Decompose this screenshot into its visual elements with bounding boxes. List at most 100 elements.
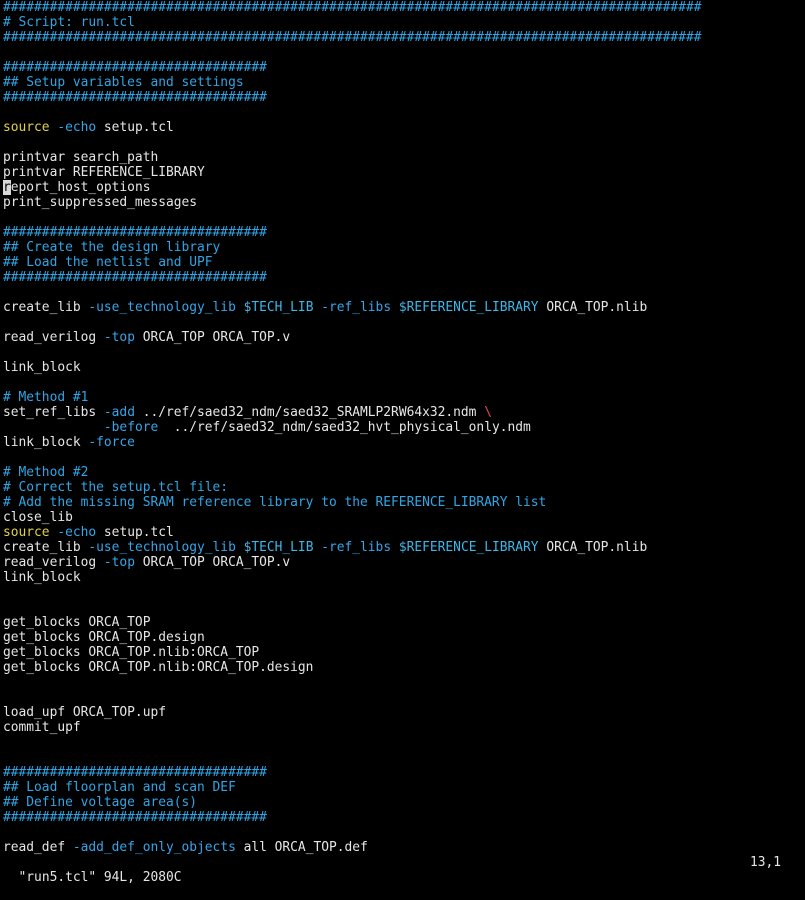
code-line[interactable] xyxy=(3,585,803,600)
code-line[interactable]: ################################## xyxy=(3,90,803,105)
code-token: commit_upf xyxy=(3,720,81,735)
code-line[interactable]: source -echo setup.tcl xyxy=(3,120,803,135)
code-line[interactable] xyxy=(3,735,803,750)
code-token: get_blocks ORCA_TOP xyxy=(3,615,151,630)
code-line[interactable]: load_upf ORCA_TOP.upf xyxy=(3,705,803,720)
code-token: $TECH_LIB xyxy=(243,540,314,555)
code-line[interactable]: # Method #2 xyxy=(3,465,803,480)
code-line[interactable]: ################################## xyxy=(3,765,803,780)
code-line[interactable] xyxy=(3,45,803,60)
code-token: ################################## xyxy=(3,225,267,240)
code-token: all ORCA_TOP.def xyxy=(235,840,368,855)
code-line[interactable]: ########################################… xyxy=(3,30,803,45)
code-token: $REFERENCE_LIBRARY xyxy=(398,540,539,555)
code-token: -add xyxy=(103,405,135,420)
code-token: link_block xyxy=(3,435,89,450)
code-token: ## Setup variables and settings xyxy=(3,75,244,90)
code-line[interactable]: # Method #1 xyxy=(3,390,803,405)
code-line[interactable]: source -echo setup.tcl xyxy=(3,525,803,540)
code-line[interactable]: read_def -add_def_only_objects all ORCA_… xyxy=(3,840,803,855)
code-token: read_verilog xyxy=(3,330,104,345)
code-token: -top xyxy=(103,330,135,345)
code-token: \ xyxy=(484,405,492,420)
code-token: print_suppressed_messages xyxy=(3,195,198,210)
code-line[interactable]: printvar search_path xyxy=(3,150,803,165)
code-line[interactable]: # Correct the setup.tcl file: xyxy=(3,480,803,495)
code-line[interactable]: ################################## xyxy=(3,270,803,285)
code-line[interactable]: ## Load the netlist and UPF xyxy=(3,255,803,270)
status-file-info: "run5.tcl" 94L, 2080C xyxy=(18,870,182,885)
code-line[interactable] xyxy=(3,600,803,615)
code-line[interactable]: ## Define voltage area(s) xyxy=(3,795,803,810)
code-line[interactable]: get_blocks ORCA_TOP.design xyxy=(3,630,803,645)
code-line[interactable]: # Script: run.tcl xyxy=(3,15,803,30)
code-line[interactable]: link_block xyxy=(3,570,803,585)
code-token: -use_technology_lib xyxy=(88,300,236,315)
code-line[interactable]: ################################## xyxy=(3,60,803,75)
code-line[interactable]: ################################## xyxy=(3,810,803,825)
code-line[interactable] xyxy=(3,210,803,225)
code-line[interactable]: ## Load floorplan and scan DEF xyxy=(3,780,803,795)
code-line[interactable]: ########################################… xyxy=(3,0,803,15)
code-token: ORCA_TOP ORCA_TOP.v xyxy=(134,330,291,345)
code-token: ################################## xyxy=(3,765,267,780)
code-token: -before xyxy=(103,420,159,435)
code-line[interactable]: link_block -force xyxy=(3,435,803,450)
code-token: -force xyxy=(88,435,135,450)
code-line[interactable] xyxy=(3,345,803,360)
code-line[interactable]: read_verilog -top ORCA_TOP ORCA_TOP.v xyxy=(3,555,803,570)
code-line[interactable] xyxy=(3,825,803,840)
code-line[interactable] xyxy=(3,285,803,300)
code-line[interactable]: report_host_options xyxy=(3,180,803,195)
code-token: $REFERENCE_LIBRARY xyxy=(398,300,539,315)
code-line[interactable] xyxy=(3,690,803,705)
code-token: -echo xyxy=(57,525,97,540)
code-token: get_blocks ORCA_TOP.nlib:ORCA_TOP.design xyxy=(3,660,314,675)
code-line[interactable]: read_verilog -top ORCA_TOP ORCA_TOP.v xyxy=(3,330,803,345)
code-line[interactable]: ################################## xyxy=(3,225,803,240)
code-token: # Method #2 xyxy=(3,465,89,480)
code-line[interactable] xyxy=(3,375,803,390)
code-line[interactable]: ## Create the design library xyxy=(3,240,803,255)
code-line[interactable]: get_blocks ORCA_TOP xyxy=(3,615,803,630)
code-line[interactable]: get_blocks ORCA_TOP.nlib:ORCA_TOP xyxy=(3,645,803,660)
code-token: ################################## xyxy=(3,60,267,75)
code-token: -add_def_only_objects xyxy=(72,840,236,855)
code-token: $TECH_LIB xyxy=(243,300,314,315)
code-line[interactable] xyxy=(3,675,803,690)
code-token: set_ref_libs xyxy=(3,405,104,420)
code-line[interactable]: -before ../ref/saed32_ndm/saed32_hvt_phy… xyxy=(3,420,803,435)
code-line[interactable] xyxy=(3,105,803,120)
code-line[interactable] xyxy=(3,135,803,150)
code-token: create_lib xyxy=(3,300,89,315)
code-token: # Correct the setup.tcl file: xyxy=(3,480,229,495)
code-line[interactable]: printvar REFERENCE_LIBRARY xyxy=(3,165,803,180)
code-token: ## Create the design library xyxy=(3,240,221,255)
code-line[interactable]: link_block xyxy=(3,360,803,375)
status-cursor-position: 13,1 xyxy=(749,855,781,870)
code-token: eport_host_options xyxy=(10,180,151,195)
code-token: link_block xyxy=(3,570,81,585)
code-line[interactable]: close_lib xyxy=(3,510,803,525)
code-token: ########################################… xyxy=(3,0,702,15)
code-token: get_blocks ORCA_TOP.nlib:ORCA_TOP xyxy=(3,645,260,660)
editor-text-area[interactable]: ################################## ######… xyxy=(3,0,803,860)
code-token: ################################## xyxy=(3,810,267,825)
code-line[interactable]: get_blocks ORCA_TOP.nlib:ORCA_TOP.design xyxy=(3,660,803,675)
code-line[interactable]: set_ref_libs -add ../ref/saed32_ndm/saed… xyxy=(3,405,803,420)
code-line[interactable]: create_lib -use_technology_lib $TECH_LIB… xyxy=(3,300,803,315)
code-line[interactable]: create_lib -use_technology_lib $TECH_LIB… xyxy=(3,540,803,555)
code-line[interactable] xyxy=(3,750,803,765)
code-line[interactable] xyxy=(3,315,803,330)
code-line[interactable]: ## Setup variables and settings xyxy=(3,75,803,90)
code-token: ../ref/saed32_ndm/saed32_SRAMLP2RW64x32.… xyxy=(134,405,485,420)
code-line[interactable]: print_suppressed_messages xyxy=(3,195,803,210)
status-bar: "run5.tcl" 94L, 2080C 13,1 xyxy=(3,855,793,885)
code-token: source xyxy=(3,525,50,540)
code-line[interactable]: commit_upf xyxy=(3,720,803,735)
code-line[interactable] xyxy=(3,450,803,465)
code-line[interactable]: # Add the missing SRAM reference library… xyxy=(3,495,803,510)
code-token: get_blocks ORCA_TOP.design xyxy=(3,630,205,645)
